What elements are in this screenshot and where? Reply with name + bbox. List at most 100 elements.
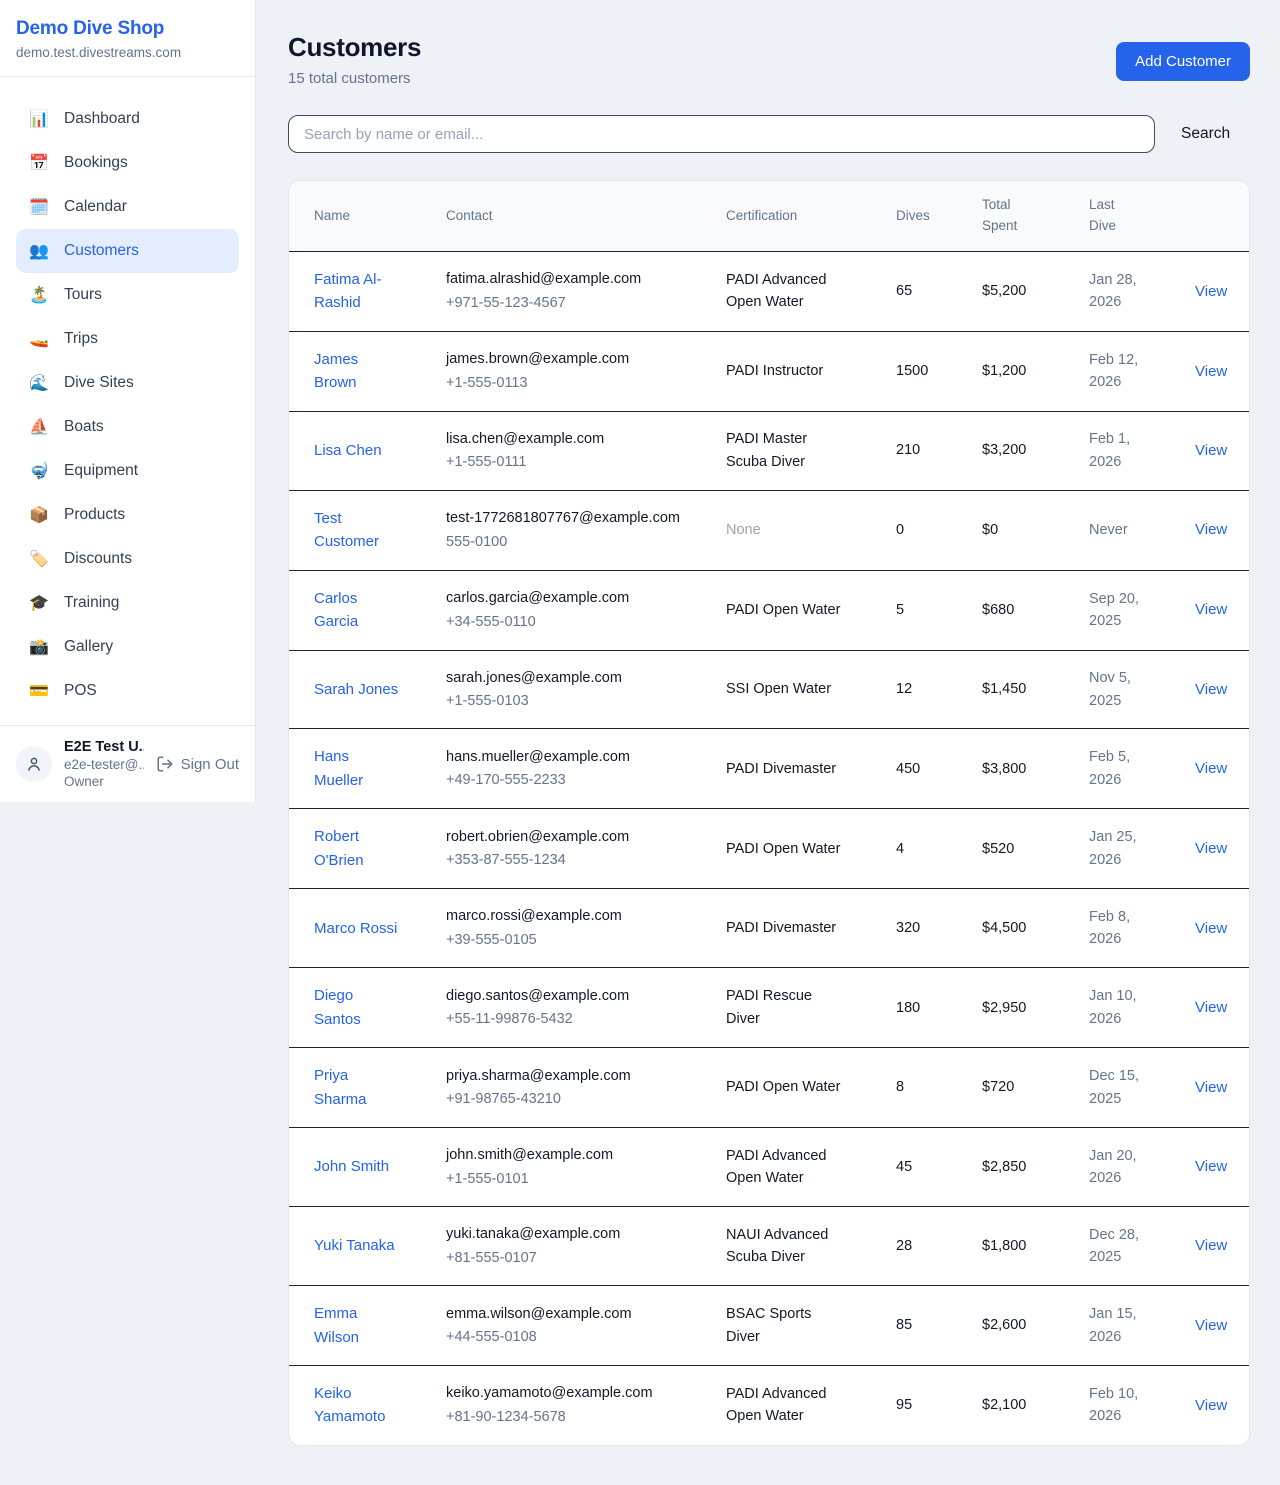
customer-certification: BSAC Sports Diver <box>726 1306 811 1344</box>
customer-last-dive: Feb 5, 2026 <box>1077 729 1183 809</box>
customer-name-link[interactable]: Test Customer <box>314 510 379 550</box>
sidebar-item-calendar[interactable]: 🗓️ Calendar <box>16 185 239 229</box>
package-icon: 📦 <box>28 505 50 525</box>
view-link[interactable]: View <box>1195 1237 1227 1254</box>
customer-total-spent: $3,200 <box>970 411 1077 490</box>
customer-last-dive: Nov 5, 2025 <box>1077 650 1183 729</box>
customer-name-link[interactable]: Sarah Jones <box>314 681 398 698</box>
user-role: Owner <box>64 774 144 789</box>
column-header-last-dive: Last Dive <box>1077 181 1183 251</box>
customer-last-dive: Feb 1, 2026 <box>1077 411 1183 490</box>
table-row: Diego Santos diego.santos@example.com +5… <box>289 968 1250 1048</box>
view-link[interactable]: View <box>1195 760 1227 777</box>
table-row: Test Customer test-1772681807767@example… <box>289 490 1250 570</box>
customer-email: fatima.alrashid@example.com <box>446 268 702 290</box>
view-link[interactable]: View <box>1195 840 1227 857</box>
customer-email: john.smith@example.com <box>446 1144 702 1166</box>
customer-name-link[interactable]: Priya Sharma <box>314 1067 367 1107</box>
customer-email: keiko.yamamoto@example.com <box>446 1382 702 1404</box>
customer-name-link[interactable]: Marco Rossi <box>314 920 397 937</box>
customer-dives: 0 <box>884 490 970 570</box>
sidebar-item-boats[interactable]: ⛵ Boats <box>16 405 239 449</box>
customer-last-dive: Sep 20, 2025 <box>1077 570 1183 650</box>
customer-name-link[interactable]: James Brown <box>314 351 358 391</box>
diving-mask-icon: 🤿 <box>28 461 50 481</box>
calendar-icon: 📅 <box>28 153 50 173</box>
customer-last-dive: Feb 8, 2026 <box>1077 889 1183 968</box>
customer-email: lisa.chen@example.com <box>446 428 702 450</box>
customer-dives: 180 <box>884 968 970 1048</box>
customer-count: 15 total customers <box>288 70 421 87</box>
sidebar-item-dashboard[interactable]: 📊 Dashboard <box>16 97 239 141</box>
view-link[interactable]: View <box>1195 1079 1227 1096</box>
sidebar-item-customers[interactable]: 👥 Customers <box>16 229 239 273</box>
shop-domain: demo.test.divestreams.com <box>16 45 239 60</box>
customer-certification: PADI Open Water <box>726 1079 840 1095</box>
view-link[interactable]: View <box>1195 521 1227 538</box>
view-link[interactable]: View <box>1195 442 1227 459</box>
speedboat-icon: 🚤 <box>28 329 50 349</box>
customer-last-dive: Dec 28, 2025 <box>1077 1207 1183 1286</box>
customer-name-link[interactable]: Fatima Al-Rashid <box>314 271 382 311</box>
customer-last-dive: Feb 10, 2026 <box>1077 1365 1183 1444</box>
customer-total-spent: $720 <box>970 1048 1077 1128</box>
customer-name-link[interactable]: Carlos Garcia <box>314 590 358 630</box>
customer-total-spent: $4,500 <box>970 889 1077 968</box>
view-link[interactable]: View <box>1195 1397 1227 1414</box>
search-input[interactable] <box>288 115 1155 153</box>
person-icon <box>25 755 43 773</box>
customer-total-spent: $2,600 <box>970 1286 1077 1366</box>
customer-last-dive: Jan 10, 2026 <box>1077 968 1183 1048</box>
sidebar: Demo Dive Shop demo.test.divestreams.com… <box>0 0 256 802</box>
sidebar-item-tours[interactable]: 🏝️ Tours <box>16 273 239 317</box>
customer-email: sarah.jones@example.com <box>446 667 702 689</box>
customer-phone: +81-90-1234-5678 <box>446 1406 702 1428</box>
view-link[interactable]: View <box>1195 1317 1227 1334</box>
sidebar-item-gallery[interactable]: 📸 Gallery <box>16 625 239 669</box>
sidebar-item-products[interactable]: 📦 Products <box>16 493 239 537</box>
sidebar-item-pos[interactable]: 💳 POS <box>16 669 239 713</box>
view-link[interactable]: View <box>1195 363 1227 380</box>
customer-name-link[interactable]: Hans Mueller <box>314 748 363 788</box>
sidebar-item-trips[interactable]: 🚤 Trips <box>16 317 239 361</box>
sidebar-item-dive-sites[interactable]: 🌊 Dive Sites <box>16 361 239 405</box>
sidebar-item-discounts[interactable]: 🏷️ Discounts <box>16 537 239 581</box>
customer-name-link[interactable]: Diego Santos <box>314 987 361 1027</box>
view-link[interactable]: View <box>1195 999 1227 1016</box>
table-row: Hans Mueller hans.mueller@example.com +4… <box>289 729 1250 809</box>
sidebar-item-bookings[interactable]: 📅 Bookings <box>16 141 239 185</box>
customer-certification: PADI Open Water <box>726 841 840 857</box>
customer-last-dive: Dec 15, 2025 <box>1077 1048 1183 1128</box>
customer-name-link[interactable]: Robert O'Brien <box>314 828 364 868</box>
main-content: Customers 15 total customers Add Custome… <box>256 0 1280 1479</box>
sidebar-item-equipment[interactable]: 🤿 Equipment <box>16 449 239 493</box>
customer-dives: 28 <box>884 1207 970 1286</box>
view-link[interactable]: View <box>1195 920 1227 937</box>
sidebar-item-training[interactable]: 🎓 Training <box>16 581 239 625</box>
table-row: Robert O'Brien robert.obrien@example.com… <box>289 809 1250 889</box>
view-link[interactable]: View <box>1195 283 1227 300</box>
table-row: Carlos Garcia carlos.garcia@example.com … <box>289 570 1250 650</box>
table-row: Priya Sharma priya.sharma@example.com +9… <box>289 1048 1250 1128</box>
customer-name-link[interactable]: Keiko Yamamoto <box>314 1385 385 1425</box>
view-link[interactable]: View <box>1195 681 1227 698</box>
customer-certification: None <box>726 522 761 538</box>
customer-total-spent: $2,100 <box>970 1365 1077 1444</box>
customer-name-link[interactable]: Yuki Tanaka <box>314 1237 395 1254</box>
customer-name-link[interactable]: Emma Wilson <box>314 1305 359 1345</box>
customer-certification: PADI Advanced Open Water <box>726 1148 827 1186</box>
customer-name-link[interactable]: John Smith <box>314 1158 389 1175</box>
customer-name-link[interactable]: Lisa Chen <box>314 442 382 459</box>
view-link[interactable]: View <box>1195 1158 1227 1175</box>
page-header: Customers 15 total customers Add Custome… <box>288 32 1250 87</box>
view-link[interactable]: View <box>1195 601 1227 618</box>
table-row: Sarah Jones sarah.jones@example.com +1-5… <box>289 650 1250 729</box>
customer-phone: +1-555-0103 <box>446 690 702 712</box>
customer-email: test-1772681807767@example.com <box>446 507 702 529</box>
grad-cap-icon: 🎓 <box>28 593 50 613</box>
customer-last-dive: Feb 12, 2026 <box>1077 331 1183 411</box>
add-customer-button[interactable]: Add Customer <box>1116 42 1250 81</box>
sign-out-button[interactable]: Sign Out <box>156 755 239 773</box>
search-button[interactable]: Search <box>1181 125 1230 143</box>
customer-dives: 5 <box>884 570 970 650</box>
